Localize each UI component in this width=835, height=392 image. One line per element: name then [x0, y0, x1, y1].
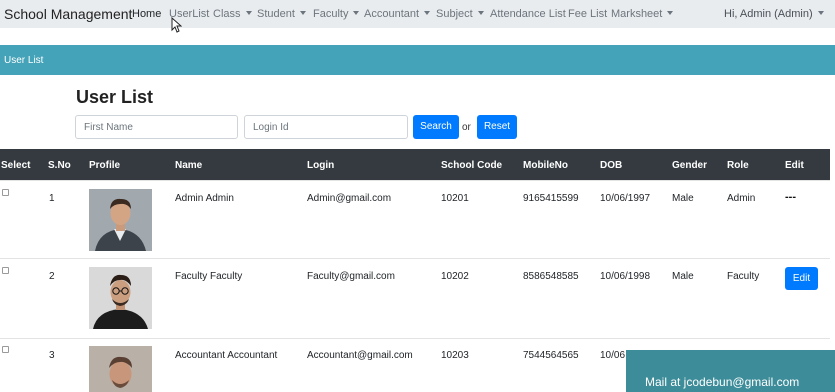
header-mobile: MobileNo — [523, 160, 568, 171]
nav-fee-list-label: Fee List — [568, 8, 608, 20]
row-login: Accountant@gmail.com — [307, 350, 413, 361]
login-id-input[interactable] — [244, 115, 408, 139]
nav-subject[interactable]: Subject — [436, 8, 484, 20]
table-row: 2 Faculty Faculty Faculty@gmail.com 1020… — [0, 258, 830, 338]
row-login: Faculty@gmail.com — [307, 271, 395, 282]
row-mobile: 7544564565 — [523, 350, 579, 361]
edit-button[interactable]: Edit — [785, 267, 818, 290]
nav-home-label: Home — [132, 8, 162, 20]
row-name: Accountant Accountant — [175, 350, 278, 361]
row-dob: 10/06 — [600, 350, 626, 361]
chevron-down-icon — [353, 11, 360, 15]
row-dob: 10/06/1998 — [600, 271, 651, 282]
row-dob: 10/06/1997 — [600, 193, 651, 204]
header-profile: Profile — [89, 160, 121, 171]
reset-button[interactable]: Reset — [477, 115, 517, 139]
chevron-down-icon — [667, 11, 674, 15]
table-header: Select S.No Profile Name Login School Co… — [0, 149, 830, 180]
row-role: Admin — [727, 193, 756, 204]
row-select-checkbox[interactable] — [2, 189, 9, 196]
row-school-code: 10203 — [441, 350, 469, 361]
nav-attendance-list-label: Attendance List — [490, 8, 566, 20]
row-school-code: 10201 — [441, 193, 469, 204]
mail-overlay-text: Mail at jcodebun@gmail.com — [645, 375, 800, 389]
row-mobile: 8586548585 — [523, 271, 579, 282]
first-name-input[interactable] — [75, 115, 238, 139]
row-name: Faculty Faculty — [175, 271, 243, 282]
nav-home[interactable]: Home — [132, 8, 161, 20]
faculty-avatar — [89, 267, 152, 329]
nav-faculty-label: Faculty — [313, 8, 349, 20]
chevron-down-icon — [477, 11, 484, 15]
nav-fee-list[interactable]: Fee List — [568, 8, 607, 20]
admin-avatar — [89, 189, 152, 251]
nav-student-label: Student — [257, 8, 295, 20]
row-sno: 3 — [49, 350, 55, 361]
header-login: Login — [307, 160, 335, 171]
header-gender: Gender — [672, 160, 708, 171]
chevron-down-icon — [817, 11, 824, 15]
header-role: Role — [727, 160, 749, 171]
nav-attendance-list[interactable]: Attendance List — [490, 8, 566, 20]
header-dob: DOB — [600, 160, 623, 171]
header-name: Name — [175, 160, 203, 171]
row-name: Admin Admin — [175, 193, 234, 204]
row-select-checkbox[interactable] — [2, 346, 9, 353]
table-row: 1 Admin Admin Admin@gmail.com 10201 9165… — [0, 180, 830, 258]
row-sno: 1 — [49, 193, 55, 204]
mouse-cursor-icon — [171, 17, 182, 33]
nav-accountant[interactable]: Accountant — [364, 8, 431, 20]
header-sno: S.No — [48, 160, 71, 171]
page-title: User List — [76, 87, 154, 107]
mail-overlay: Mail at jcodebun@gmail.com — [626, 350, 835, 392]
nav-faculty[interactable]: Faculty — [313, 8, 360, 20]
header-select: Select — [1, 160, 31, 171]
nav-class[interactable]: Class — [213, 8, 252, 20]
accountant-avatar — [89, 346, 152, 392]
banner-title: User List — [4, 55, 44, 66]
user-menu[interactable]: Hi, Admin (Admin) — [724, 8, 824, 20]
row-school-code: 10202 — [441, 271, 469, 282]
nav-marksheet-label: Marksheet — [611, 8, 663, 20]
brand-title[interactable]: School Management — [4, 6, 132, 22]
user-menu-label: Hi, Admin (Admin) — [724, 8, 813, 20]
nav-marksheet[interactable]: Marksheet — [611, 8, 674, 20]
row-login: Admin@gmail.com — [307, 193, 392, 204]
row-gender: Male — [672, 271, 694, 282]
row-role: Faculty — [727, 271, 760, 282]
chevron-down-icon — [299, 11, 306, 15]
top-navbar: School Management Home UserList Class St… — [0, 0, 835, 28]
nav-accountant-label: Accountant — [364, 8, 420, 20]
search-button[interactable]: Search — [413, 115, 459, 139]
or-separator: or — [462, 122, 471, 133]
no-edit-indicator: --- — [785, 191, 796, 203]
chevron-down-icon — [424, 11, 431, 15]
row-select-checkbox[interactable] — [2, 267, 9, 274]
header-school-code: School Code — [441, 160, 503, 171]
chevron-down-icon — [245, 11, 252, 15]
nav-class-label: Class — [213, 8, 241, 20]
row-gender: Male — [672, 193, 694, 204]
nav-subject-label: Subject — [436, 8, 473, 20]
section-banner: User List — [0, 45, 835, 75]
header-edit: Edit — [785, 160, 804, 171]
row-mobile: 9165415599 — [523, 193, 579, 204]
row-sno: 2 — [49, 271, 55, 282]
nav-student[interactable]: Student — [257, 8, 306, 20]
